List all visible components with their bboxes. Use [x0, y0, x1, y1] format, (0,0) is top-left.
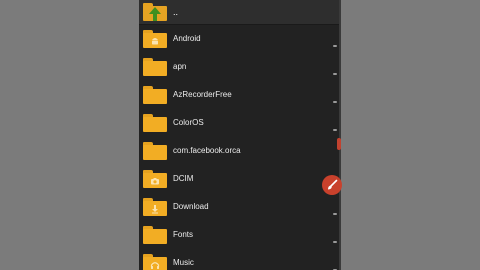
scrollbar-track	[339, 0, 341, 270]
file-manager: .. Android apn AzRecorderFree ColorOS co…	[139, 0, 341, 270]
scroll-tick	[333, 73, 337, 75]
folder-icon	[143, 58, 167, 76]
scroll-tick	[333, 45, 337, 47]
list-item-android[interactable]: Android	[139, 25, 341, 53]
brush-icon	[328, 179, 338, 190]
folder-icon	[143, 114, 167, 132]
folder-icon	[143, 86, 167, 104]
android-icon	[152, 38, 158, 45]
scroll-tick	[333, 101, 337, 103]
list-item-apn[interactable]: apn	[139, 53, 341, 81]
list-item-fonts[interactable]: Fonts	[139, 221, 341, 249]
list-item-label: Music	[173, 258, 194, 267]
scroll-tick	[333, 213, 337, 215]
list-item-label: DCIM	[173, 174, 194, 183]
folder-icon	[143, 142, 167, 160]
list-item-download[interactable]: Download	[139, 193, 341, 221]
parent-directory-label: ..	[173, 7, 179, 17]
list-item-coloros[interactable]: ColorOS	[139, 109, 341, 137]
folder-icon	[143, 198, 167, 216]
folder-icon	[143, 170, 167, 188]
parent-directory-row[interactable]: ..	[139, 0, 341, 25]
scrollbar-handle[interactable]	[337, 138, 341, 150]
list-item-label: apn	[173, 62, 187, 71]
scroll-tick	[333, 241, 337, 243]
edit-fab-button[interactable]	[322, 175, 342, 195]
folder-icon	[143, 254, 167, 270]
screen: .. Android apn AzRecorderFree ColorOS co…	[0, 0, 480, 270]
folder-icon	[143, 30, 167, 48]
list-item-label: ColorOS	[173, 118, 204, 127]
file-list: .. Android apn AzRecorderFree ColorOS co…	[139, 0, 341, 270]
parent-folder-icon	[143, 3, 167, 21]
folder-icon	[143, 226, 167, 244]
headphones-icon	[150, 262, 160, 269]
list-item-label: AzRecorderFree	[173, 90, 232, 99]
list-item-label: com.facebook.orca	[173, 146, 241, 155]
list-item-dcim[interactable]: DCIM	[139, 165, 341, 193]
scroll-tick	[333, 129, 337, 131]
list-item-label: Fonts	[173, 230, 194, 239]
list-item-label: Android	[173, 34, 201, 43]
up-arrow-icon	[149, 7, 161, 21]
list-item-com-facebook-orca[interactable]: com.facebook.orca	[139, 137, 341, 165]
list-item-label: Download	[173, 202, 209, 211]
list-item-music[interactable]: Music	[139, 249, 341, 270]
download-icon	[152, 205, 158, 214]
list-item-azrecorderfree[interactable]: AzRecorderFree	[139, 81, 341, 109]
camera-icon	[151, 178, 159, 185]
